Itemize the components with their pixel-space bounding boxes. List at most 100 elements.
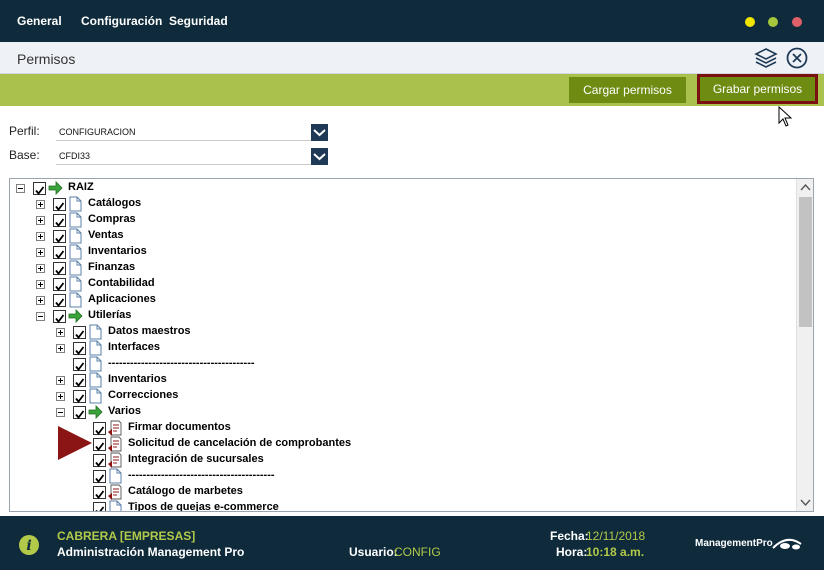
tree-node[interactable]: Catálogos: [10, 196, 790, 212]
expand-icon[interactable]: [56, 376, 65, 385]
tree-node[interactable]: Utilerías: [10, 308, 790, 324]
cargar-permisos-button[interactable]: Cargar permisos: [569, 77, 686, 103]
expand-icon[interactable]: [36, 296, 45, 305]
tree-checkbox[interactable]: [53, 294, 66, 307]
expand-icon[interactable]: [36, 216, 45, 225]
close-icon[interactable]: [786, 47, 808, 69]
tree-checkbox[interactable]: [53, 214, 66, 227]
tree-node[interactable]: Varios: [10, 404, 790, 420]
vertical-scrollbar[interactable]: [796, 179, 813, 511]
expand-icon[interactable]: [56, 344, 65, 353]
tree-node[interactable]: Solicitud de cancelación de comprobantes: [10, 436, 790, 452]
perfil-select[interactable]: CONFIGURACION: [56, 124, 328, 141]
tree-node[interactable]: Datos maestros: [10, 324, 790, 340]
tree-node[interactable]: Interfaces: [10, 340, 790, 356]
tree-checkbox[interactable]: [73, 358, 86, 371]
grabar-permisos-button[interactable]: Grabar permisos: [697, 74, 818, 104]
chevron-down-icon[interactable]: [311, 148, 328, 165]
tree-checkbox[interactable]: [33, 182, 46, 195]
minimize-button[interactable]: [745, 17, 755, 27]
permissions-tree[interactable]: RAIZ Catálogos Compras Ventas Inventarios Fin…: [9, 178, 814, 512]
tree-node[interactable]: Ventas: [10, 228, 790, 244]
tree-checkbox[interactable]: [53, 278, 66, 291]
chevron-down-icon[interactable]: [311, 124, 328, 141]
report-icon: [107, 452, 123, 468]
arrow-icon: [47, 180, 63, 196]
expand-icon[interactable]: [36, 280, 45, 289]
tree-checkbox[interactable]: [73, 390, 86, 403]
tree-node[interactable]: ----------------------------------------: [10, 356, 790, 372]
tree-node-label: Correcciones: [108, 389, 179, 401]
expand-icon[interactable]: [56, 392, 65, 401]
company-name: CABRERA [EMPRESAS]: [57, 529, 196, 543]
check-icon: [55, 282, 65, 291]
tree-checkbox[interactable]: [93, 422, 106, 435]
tree-checkbox[interactable]: [73, 406, 86, 419]
tree-checkbox[interactable]: [53, 198, 66, 211]
document-icon: [67, 196, 83, 212]
tree-checkbox[interactable]: [53, 230, 66, 243]
check-icon: [55, 298, 65, 307]
tree-checkbox[interactable]: [93, 438, 106, 451]
check-icon: [55, 314, 65, 323]
menu-configuracion[interactable]: Configuración: [81, 14, 162, 28]
menu-general[interactable]: General: [17, 14, 62, 28]
tree-node[interactable]: Finanzas: [10, 260, 790, 276]
tree-node[interactable]: RAIZ: [10, 180, 790, 196]
expand-icon[interactable]: [36, 200, 45, 209]
tree-checkbox[interactable]: [93, 454, 106, 467]
menu-seguridad[interactable]: Seguridad: [169, 14, 228, 28]
collapse-icon[interactable]: [16, 184, 25, 193]
check-icon: [75, 378, 85, 387]
tree-node-label: Inventarios: [88, 245, 147, 257]
tree-node[interactable]: Correcciones: [10, 388, 790, 404]
tree-checkbox[interactable]: [93, 502, 106, 511]
perfil-label: Perfil:: [9, 124, 40, 138]
tree-node[interactable]: Inventarios: [10, 372, 790, 388]
tree-checkbox[interactable]: [53, 310, 66, 323]
collapse-icon[interactable]: [56, 408, 65, 417]
tree-node[interactable]: Integración de sucursales: [10, 452, 790, 468]
usuario-value: CONFIG: [394, 545, 441, 559]
tree-node-label: Integración de sucursales: [128, 453, 264, 465]
tree-node[interactable]: Aplicaciones: [10, 292, 790, 308]
pointer-arrow-icon: [58, 426, 92, 460]
layers-icon[interactable]: [754, 47, 778, 69]
tree-node-label: Catálogos: [88, 197, 142, 209]
tree-node-label: Catálogo de marbetes: [128, 485, 243, 497]
tree-checkbox[interactable]: [73, 374, 86, 387]
tree-node[interactable]: Tipos de quejas e-commerce: [10, 500, 790, 511]
document-icon: [87, 340, 103, 356]
scroll-down-icon[interactable]: [797, 494, 814, 511]
tree-node[interactable]: Catálogo de marbetes: [10, 484, 790, 500]
scroll-thumb[interactable]: [799, 197, 812, 327]
tree-node[interactable]: Inventarios: [10, 244, 790, 260]
tree-node[interactable]: Firmar documentos: [10, 420, 790, 436]
maximize-button[interactable]: [768, 17, 778, 27]
expand-icon[interactable]: [36, 232, 45, 241]
document-icon: [67, 292, 83, 308]
expand-icon[interactable]: [36, 248, 45, 257]
tree-node[interactable]: ----------------------------------------: [10, 468, 790, 484]
scroll-up-icon[interactable]: [797, 179, 814, 196]
close-window-button[interactable]: [792, 17, 802, 27]
tree-checkbox[interactable]: [53, 246, 66, 259]
fecha-value: 12/11/2018: [586, 529, 646, 543]
tree-node[interactable]: Contabilidad: [10, 276, 790, 292]
tree-checkbox[interactable]: [73, 326, 86, 339]
tree-node-label: Utilerías: [88, 309, 132, 321]
collapse-icon[interactable]: [36, 312, 45, 321]
expand-icon[interactable]: [36, 264, 45, 273]
tree-node-label: Finanzas: [88, 261, 136, 273]
tree-checkbox[interactable]: [93, 470, 106, 483]
base-select[interactable]: CFDI33: [56, 148, 328, 165]
tree-checkbox[interactable]: [93, 486, 106, 499]
tree-checkbox[interactable]: [53, 262, 66, 275]
tree-checkbox[interactable]: [73, 342, 86, 355]
tree-node[interactable]: Compras: [10, 212, 790, 228]
arrow-icon: [87, 404, 103, 420]
tree-node-label: Datos maestros: [108, 325, 191, 337]
document-icon: [87, 324, 103, 340]
expand-icon[interactable]: [56, 328, 65, 337]
check-icon: [75, 410, 85, 419]
